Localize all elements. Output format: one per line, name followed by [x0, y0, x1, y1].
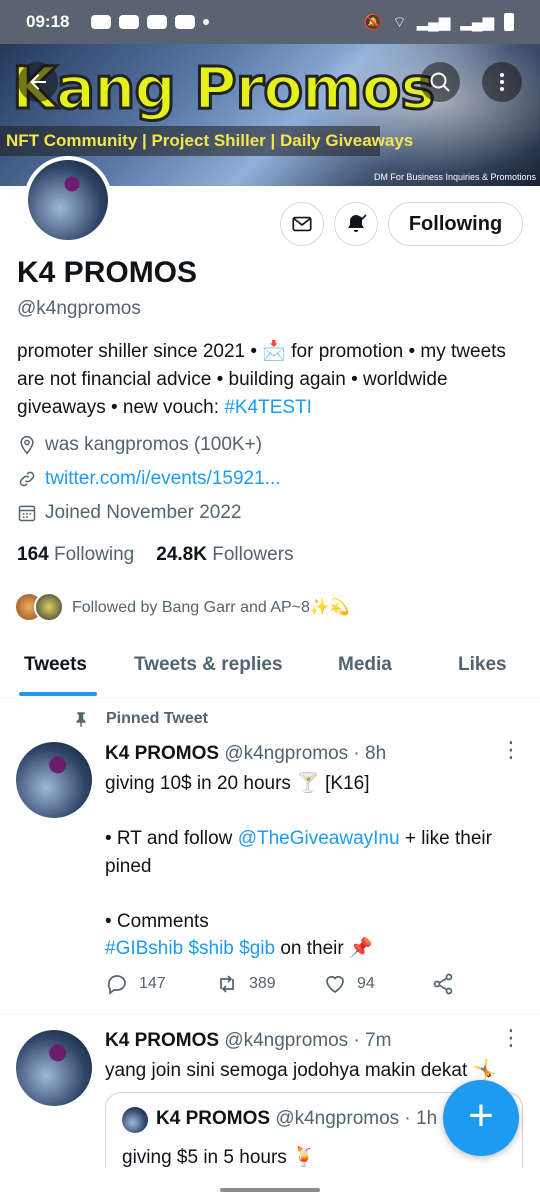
tweet-line: giving 10$ in 20 hours 🍸 [K16]: [105, 773, 370, 794]
profile-joined: Joined November 2022: [17, 502, 241, 524]
wifi-icon: ⌔: [392, 13, 407, 31]
quoted-header: K4 PROMOS @k4ngpromos · 1h: [156, 1108, 438, 1129]
youtube-icon: [175, 15, 196, 29]
system-icons: 🔕 ⌔ ▂▄▆ ▂▄▆: [364, 13, 514, 32]
banner-brand: Kang Promos: [11, 53, 437, 124]
envelope-icon: [292, 216, 312, 232]
link-icon: [19, 471, 35, 487]
location-pin-icon: [20, 435, 34, 455]
tweet-actions: 147 389 94: [105, 972, 485, 1002]
followed-by-text: Followed by Bang Garr and AP~8✨💫: [72, 599, 350, 616]
tweet-author-name[interactable]: K4 PROMOS: [105, 1030, 219, 1051]
bell-check-icon: [348, 214, 367, 232]
more-options-button[interactable]: [482, 62, 522, 102]
share-button[interactable]: [431, 972, 455, 996]
like-count: 94: [357, 975, 375, 992]
signal-icon: ▂▄▆: [416, 14, 451, 31]
tweet-meta: @k4ngpromos · 8h: [224, 743, 387, 764]
discord-icon: [119, 15, 140, 29]
tweet-more-button[interactable]: ⋮: [500, 739, 522, 761]
profile-website[interactable]: twitter.com/i/events/15921...: [17, 468, 281, 490]
followers-count-link[interactable]: 24.8K Followers: [156, 544, 293, 566]
battery-icon: [504, 13, 514, 31]
heart-icon: [326, 976, 344, 994]
pin-icon: [76, 712, 86, 728]
calendar-icon: [18, 505, 36, 522]
back-button[interactable]: [18, 62, 58, 102]
reply-count: 147: [139, 975, 166, 992]
tweet-author-name[interactable]: K4 PROMOS: [105, 743, 219, 764]
tab-media[interactable]: Media: [338, 640, 392, 698]
profile-handle: @k4ngpromos: [17, 298, 141, 319]
like-button[interactable]: 94: [323, 972, 375, 996]
tweet-body: yang join sini semoga jodohya makin deka…: [105, 1060, 497, 1081]
pinned-label: Pinned Tweet: [72, 710, 208, 728]
status-bar: 09:18 🔕 ⌔ ▂▄▆ ▂▄▆: [0, 0, 540, 44]
tab-tweets-replies[interactable]: Tweets & replies: [134, 640, 283, 698]
joined-text: Joined November 2022: [45, 502, 242, 523]
notifications-button[interactable]: [334, 202, 378, 246]
banner-tagline: NFT Community | Project Shiller | Daily …: [0, 126, 413, 156]
location-text: was kangpromos (100K+): [45, 434, 263, 455]
banner-small-text: DM For Business Inquiries & Promotions: [373, 172, 536, 182]
discord-icon: [91, 15, 112, 29]
tweet-avatar[interactable]: [16, 1030, 92, 1106]
retweet-button[interactable]: 389: [215, 972, 276, 996]
tab-likes[interactable]: Likes: [458, 640, 507, 698]
profile-avatar[interactable]: [24, 156, 112, 244]
reply-button[interactable]: 147: [105, 972, 166, 996]
tweet-avatar[interactable]: [16, 742, 92, 818]
compose-tweet-button[interactable]: +: [443, 1080, 519, 1156]
profile-tabs: Tweets Tweets & replies Media Likes: [0, 640, 540, 698]
website-link[interactable]: twitter.com/i/events/15921...: [45, 468, 281, 490]
reply-icon: [107, 975, 126, 995]
retweet-icon: [220, 975, 234, 993]
tweet-line: • RT and follow @TheGiveawayInu + like t…: [105, 828, 492, 877]
system-nav-bar: [0, 1168, 540, 1200]
mention-link[interactable]: @TheGiveawayInu: [238, 828, 400, 849]
message-button[interactable]: [280, 202, 324, 246]
plus-icon: +: [468, 1091, 494, 1140]
following-count-link[interactable]: 164 Following: [17, 544, 134, 566]
quoted-avatar: [122, 1107, 148, 1133]
followed-by[interactable]: Followed by Bang Garr and AP~8✨💫: [14, 592, 350, 622]
discord-icon: [147, 15, 168, 29]
follower-avatar: [34, 592, 64, 622]
profile-location: was kangpromos (100K+): [17, 434, 262, 456]
tweet-header: K4 PROMOS @k4ngpromos · 7m: [105, 1030, 391, 1052]
bio-hashtag-link[interactable]: #K4TESTI: [224, 397, 312, 418]
tweet-header: K4 PROMOS @k4ngpromos · 8h: [105, 743, 386, 765]
retweet-count: 389: [249, 975, 276, 992]
mute-icon: 🔕: [363, 14, 383, 31]
gesture-handle[interactable]: [220, 1188, 320, 1192]
notification-icons: [91, 15, 210, 29]
share-icon: [433, 973, 453, 995]
following-button[interactable]: Following: [388, 202, 523, 246]
tweet-meta: @k4ngpromos · 7m: [224, 1030, 392, 1051]
active-tab-indicator: [19, 692, 97, 696]
search-button[interactable]: [420, 62, 460, 102]
dot-icon: [203, 19, 210, 25]
hashtag-link[interactable]: #GIBshib $shib $gib: [105, 938, 275, 959]
status-time: 09:18: [26, 12, 70, 31]
tweet-body: giving 10$ in 20 hours 🍸 [K16] • RT and …: [105, 770, 525, 963]
arrow-left-icon: [30, 74, 46, 90]
follow-counts: 164 Following 24.8K Followers: [17, 544, 294, 566]
signal-icon: ▂▄▆: [460, 14, 494, 31]
search-icon: [430, 72, 450, 92]
tweet-line: #GIBshib $shib $gib on their 📌: [105, 938, 373, 959]
profile-bio: promoter shiller since 2021 • 📩 for prom…: [17, 338, 522, 422]
tweet-divider: [0, 1014, 540, 1015]
tweet-more-button[interactable]: ⋮: [500, 1027, 522, 1049]
tweet-line: • Comments: [105, 910, 209, 932]
profile-name: K4 PROMOS: [17, 256, 198, 289]
quoted-text: giving $5 in 5 hours 🍹: [122, 1147, 316, 1168]
kebab-icon: [500, 73, 504, 91]
tab-tweets[interactable]: Tweets: [24, 640, 87, 698]
